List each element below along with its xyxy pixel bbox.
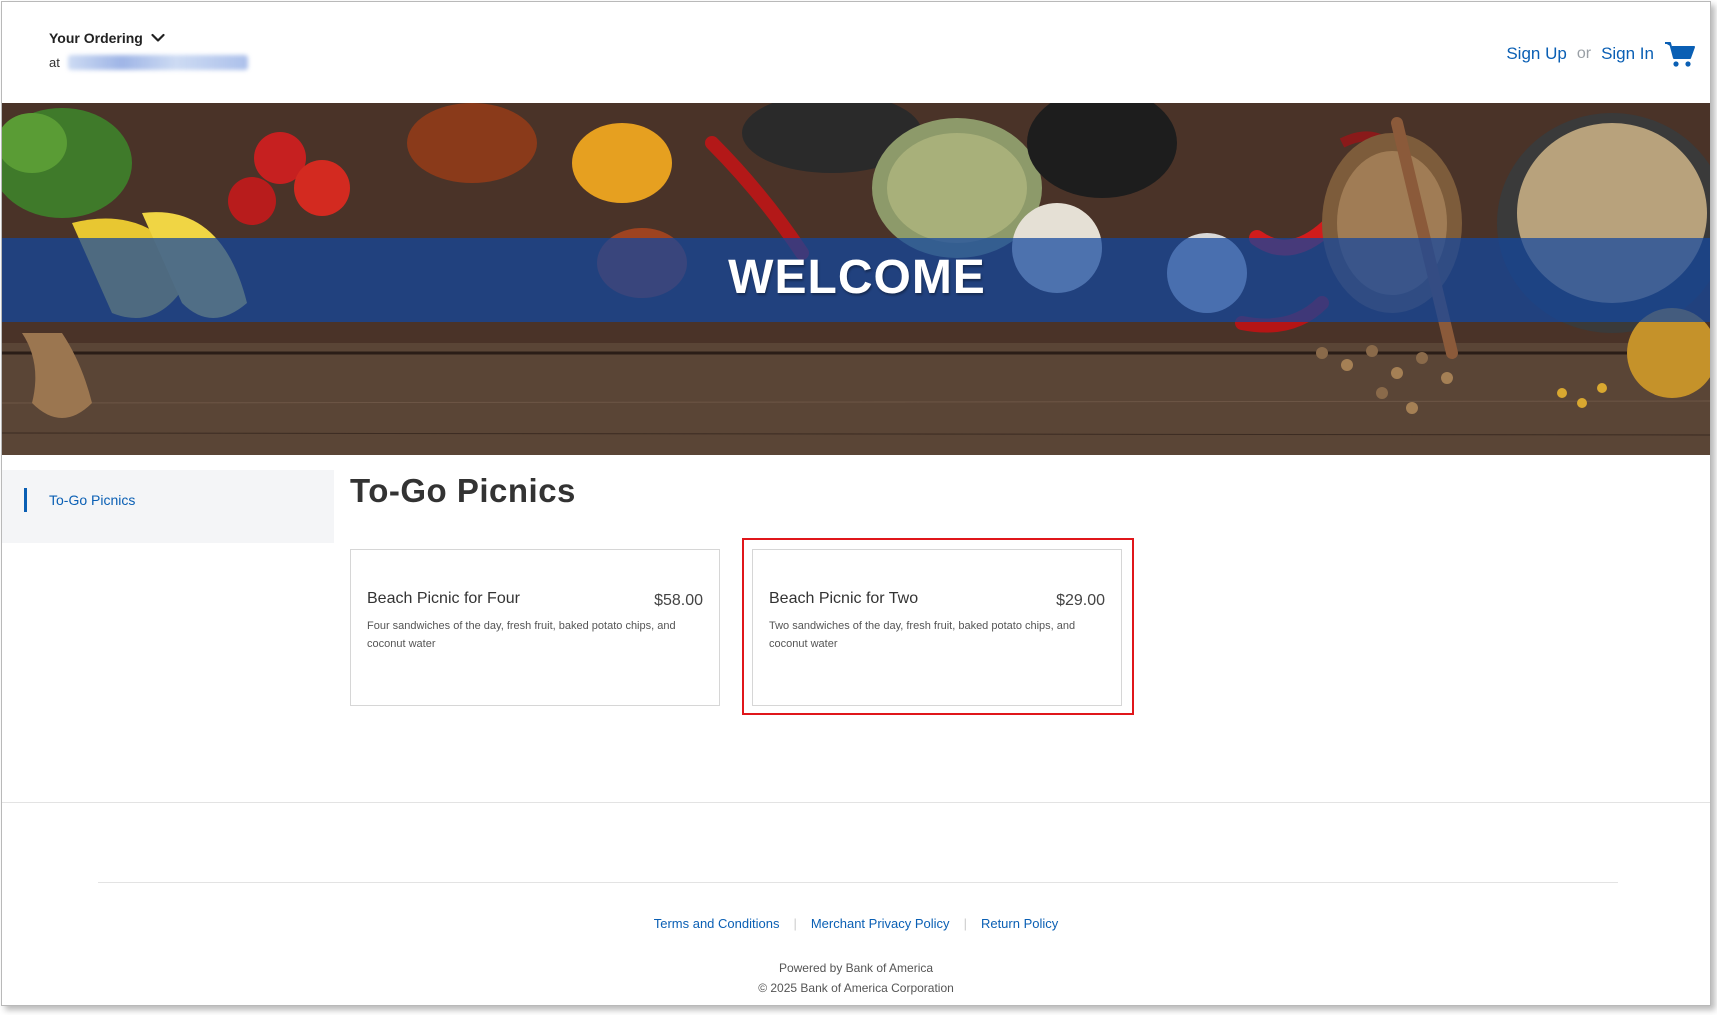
footer-link-separator: |	[963, 916, 967, 931]
menu-item-description: Four sandwiches of the day, fresh fruit,…	[367, 620, 676, 650]
hero-title: WELCOME	[728, 251, 986, 304]
ordering-title[interactable]: Your Ordering	[49, 30, 248, 46]
sign-up-link[interactable]: Sign Up	[1506, 44, 1566, 64]
footer-links: Terms and Conditions | Merchant Privacy …	[2, 916, 1710, 931]
menu-item-description: Two sandwiches of the day, fresh fruit, …	[769, 620, 1076, 650]
sign-in-link[interactable]: Sign In	[1601, 44, 1654, 64]
auth-links: Sign Up or Sign In	[1506, 40, 1696, 68]
footer-divider	[98, 882, 1618, 883]
category-title: To-Go Picnics	[350, 472, 576, 509]
menu-item-name: Beach Picnic for Four	[367, 590, 520, 607]
at-label: at	[49, 55, 60, 70]
footer-link-separator: |	[793, 916, 797, 931]
powered-by-text: Powered by Bank of America	[778, 961, 934, 975]
copyright-text: © 2025 Bank of America Corporation	[758, 981, 954, 995]
menu-item-card[interactable]: Beach Picnic for Four $58.00 Four sandwi…	[350, 549, 720, 706]
menu-item-card[interactable]: Beach Picnic for Two $29.00 Two sandwich…	[752, 549, 1122, 706]
hero-banner: WELCOME	[2, 103, 1710, 455]
sidebar-item-label: To-Go Picnics	[49, 492, 136, 508]
location-name-redacted	[67, 55, 248, 70]
menu-item-price: $29.00	[1056, 592, 1105, 609]
terms-and-conditions-link[interactable]: Terms and Conditions	[654, 916, 780, 931]
ordering-location-selector[interactable]: Your Ordering at	[49, 30, 248, 70]
category-sidebar: To-Go Picnics	[2, 470, 334, 543]
location-row: at	[49, 55, 248, 70]
menu-item-name: Beach Picnic for Two	[769, 590, 919, 607]
menu-item-price: $58.00	[654, 592, 703, 609]
or-separator: or	[1576, 45, 1592, 62]
sidebar-item-to-go-picnics[interactable]: To-Go Picnics	[24, 488, 135, 512]
footer-divider-top	[2, 802, 1710, 803]
ordering-label: Your Ordering	[49, 30, 143, 46]
return-policy-link[interactable]: Return Policy	[981, 916, 1058, 931]
chevron-down-icon	[151, 30, 165, 46]
header: Your Ordering at Sign Up or Sign In	[2, 2, 1710, 103]
page-frame: Your Ordering at Sign Up or Sign In WELC…	[1, 1, 1711, 1006]
cart-icon[interactable]	[1664, 40, 1696, 68]
merchant-privacy-policy-link[interactable]: Merchant Privacy Policy	[811, 916, 950, 931]
